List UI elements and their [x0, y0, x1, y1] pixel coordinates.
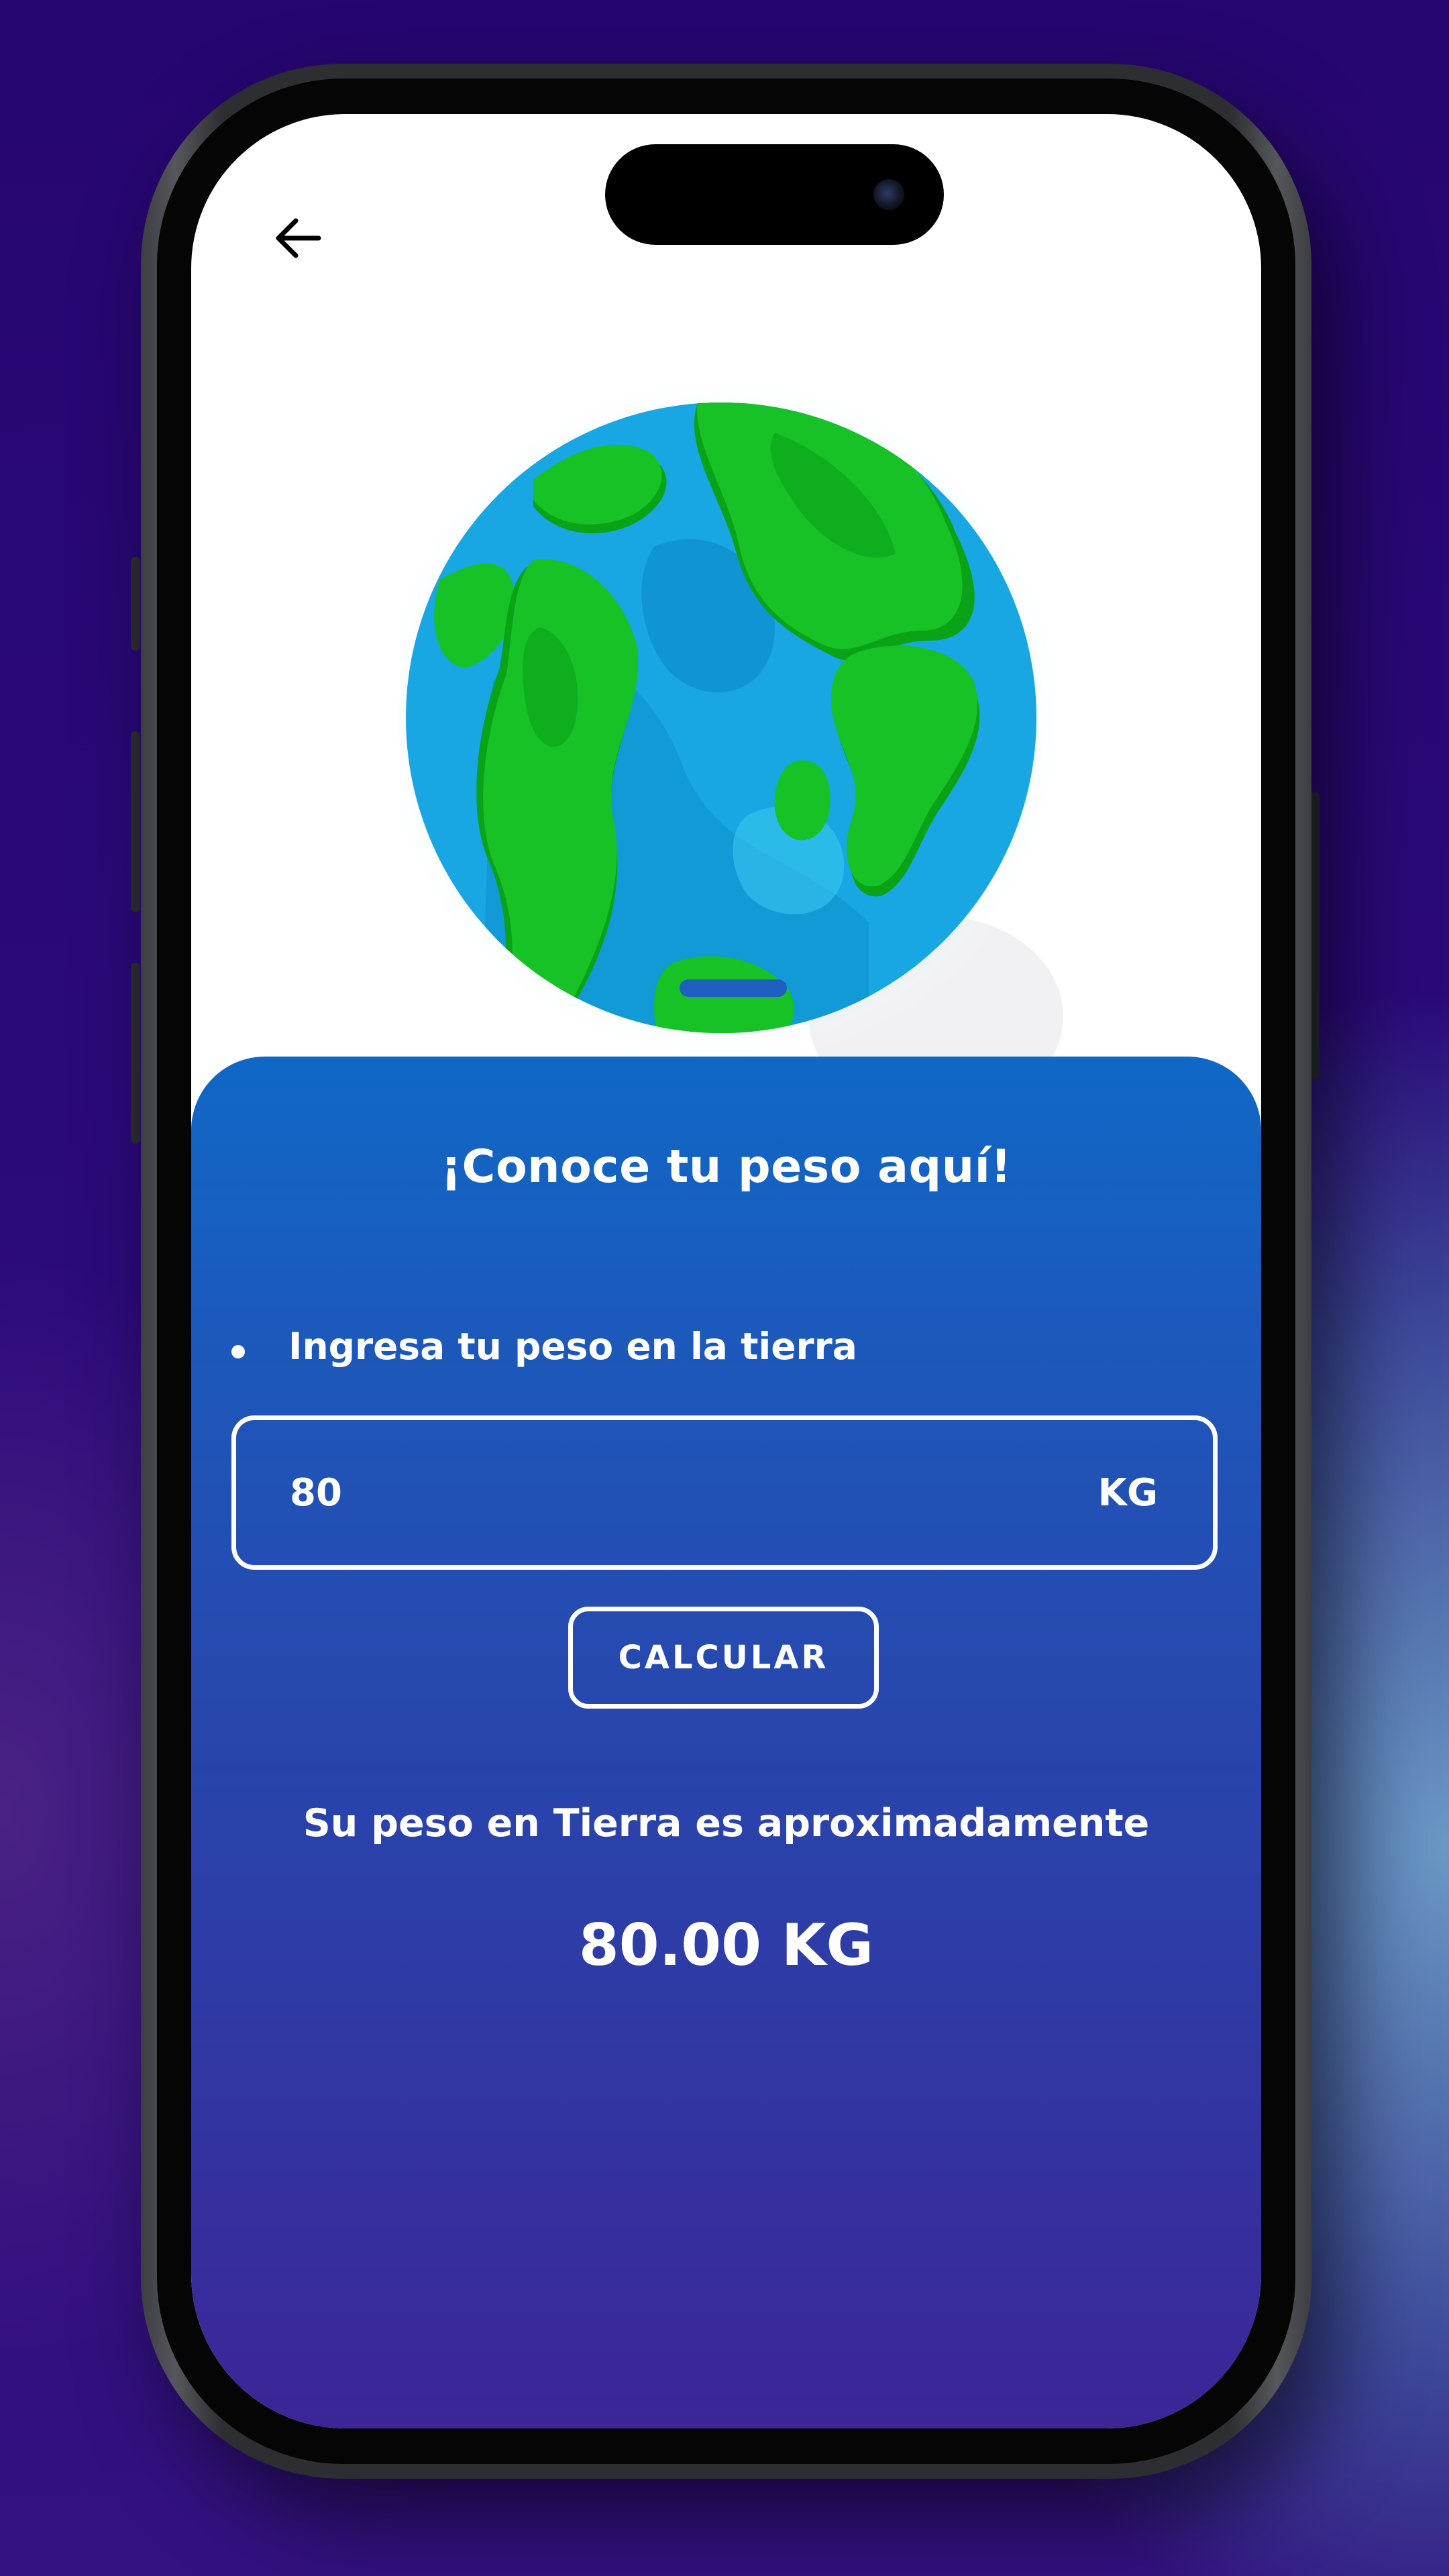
dynamic-island — [605, 144, 944, 245]
card-title: ¡Conoce tu peso aquí! — [441, 1140, 1012, 1193]
arrow-left-icon — [276, 218, 321, 258]
instruction-label: Ingresa tu peso en la tierra — [288, 1325, 857, 1368]
weight-calculator-card: ¡Conoce tu peso aquí! Ingresa tu peso en… — [191, 1057, 1261, 2428]
app-screen: ¡Conoce tu peso aquí! Ingresa tu peso en… — [191, 114, 1261, 2428]
calculate-button[interactable]: CALCULAR — [568, 1607, 879, 1709]
earth-illustration — [372, 345, 1070, 1117]
weight-unit-label: KG — [1097, 1470, 1158, 1515]
result-label: Su peso en Tierra es aproximadamente — [303, 1801, 1150, 1845]
volume-down-button — [131, 963, 140, 1144]
volume-up-button — [131, 731, 140, 912]
front-camera-icon — [873, 179, 904, 210]
back-button[interactable] — [262, 201, 335, 275]
globe-earth-icon — [372, 369, 1070, 1117]
phone-frame: ¡Conoce tu peso aquí! Ingresa tu peso en… — [141, 64, 1311, 2479]
action-button — [131, 557, 140, 651]
weight-input-value[interactable]: 80 — [290, 1420, 342, 1565]
bullet-point — [231, 1345, 245, 1358]
weight-input[interactable]: 80 KG — [231, 1415, 1218, 1570]
power-button — [1310, 792, 1320, 1080]
result-value: 80.00 KG — [578, 1912, 874, 1979]
